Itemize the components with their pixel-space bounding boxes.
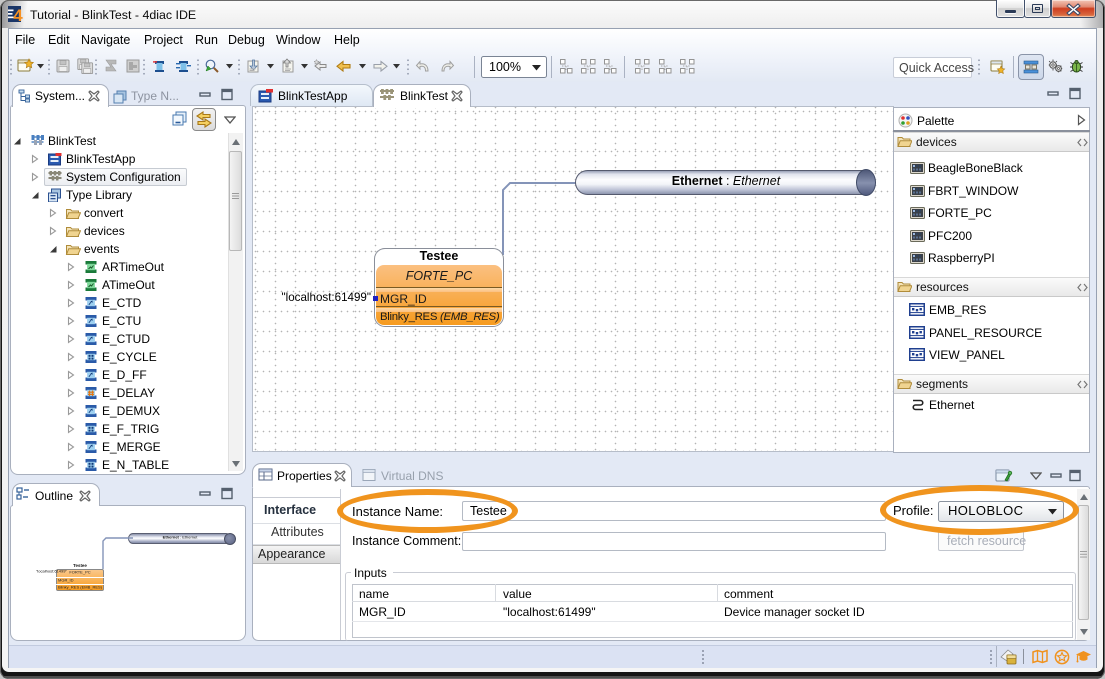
svg-text:4: 4 bbox=[13, 6, 23, 24]
